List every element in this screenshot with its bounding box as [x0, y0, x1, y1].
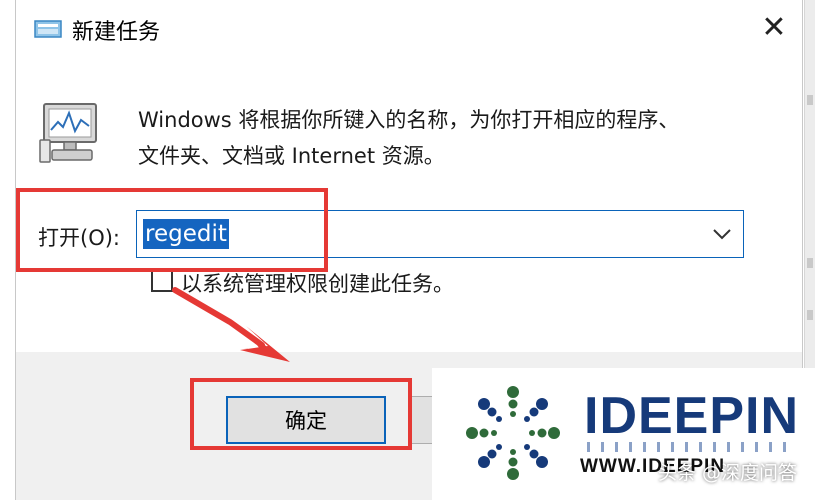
description-line-2: 文件夹、文档或 Internet 资源。: [138, 144, 445, 168]
ideepin-emblem-icon: [466, 386, 560, 480]
open-field-highlight: [16, 188, 328, 272]
description-line-1: Windows 将根据你所键入的名称，为你打开相应的程序、: [138, 108, 680, 132]
title-bar: 新建任务 ✕: [16, 0, 802, 56]
admin-checkbox[interactable]: [151, 270, 173, 292]
dialog-description: Windows 将根据你所键入的名称，为你打开相应的程序、 文件夹、文档或 In…: [138, 102, 758, 174]
close-button[interactable]: ✕: [746, 0, 802, 56]
chevron-down-icon[interactable]: [711, 225, 733, 243]
background-scroll-mark: [807, 95, 813, 105]
ideepin-watermark: IDEEPIN WWW.IDEEPIN 头条 @深度问答: [432, 368, 815, 500]
background-scroll-mark: [807, 310, 813, 320]
background-scroll-mark: [807, 258, 813, 268]
watermark-credit: 头条 @深度问答: [658, 462, 798, 484]
ok-button-highlight: [190, 378, 412, 450]
close-icon: ✕: [761, 10, 787, 45]
admin-checkbox-label[interactable]: 以系统管理权限创建此任务。: [181, 268, 454, 298]
run-program-icon: [39, 103, 97, 163]
watermark-brand: IDEEPIN: [584, 387, 800, 445]
watermark-underline: [587, 442, 787, 452]
dialog-title: 新建任务: [72, 20, 161, 45]
task-icon: [34, 20, 62, 38]
